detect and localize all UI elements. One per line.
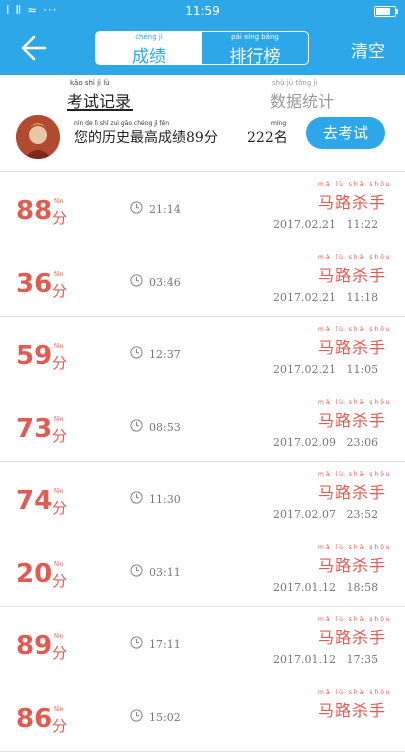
record-score: 36 bbox=[16, 269, 52, 299]
record-row[interactable]: 20fēn 分 03:11 mǎ lù shā shǒu马路杀手 2017.01.12 … bbox=[0, 535, 405, 608]
avatar bbox=[16, 115, 60, 159]
record-datetime: 2017.02.09 23:06 bbox=[273, 436, 378, 449]
back-button[interactable] bbox=[20, 32, 56, 64]
record-unit: 分 bbox=[52, 642, 67, 663]
rank-text: 222名 bbox=[247, 127, 288, 147]
tab-data-stats[interactable]: 数据统计 bbox=[270, 88, 334, 112]
record-user-name: 马路杀手 bbox=[318, 334, 386, 358]
record-duration: 11:30 bbox=[149, 493, 181, 506]
record-duration: 21:14 bbox=[149, 203, 181, 216]
clock-icon bbox=[130, 274, 143, 287]
record-datetime: 2017.01.12 17:35 bbox=[273, 653, 378, 666]
record-datetime: 2017.02.21 11:05 bbox=[273, 363, 378, 376]
records-list: 88fēn分21:14mǎ lù shā shǒu马路杀手2017.02.21 … bbox=[0, 172, 405, 752]
tab-scores-label: 成绩 bbox=[96, 42, 202, 65]
record-user-name: 马路杀手 bbox=[318, 189, 386, 213]
record-score: 73 bbox=[16, 414, 52, 444]
record-row[interactable]: 59fēn 分 12:37 mǎ lù shā shǒu马路杀手 2017.02.21 … bbox=[0, 317, 405, 390]
record-user-pinyin: mǎ lù shā shǒu bbox=[318, 471, 392, 478]
record-unit: 分 bbox=[52, 280, 67, 301]
record-duration: 03:11 bbox=[149, 566, 181, 579]
active-tab-underline bbox=[67, 109, 133, 111]
record-user-name: 马路杀手 bbox=[318, 697, 386, 721]
record-unit: 分 bbox=[52, 715, 67, 736]
record-user-pinyin: mǎ lù shā shǒu bbox=[318, 689, 392, 696]
record-unit-pinyin: fēn bbox=[54, 198, 64, 205]
record-unit: 分 bbox=[52, 352, 67, 373]
record-user-pinyin: mǎ lù shā shǒu bbox=[318, 326, 392, 333]
record-unit-pinyin: fēn bbox=[54, 343, 64, 350]
record-row[interactable]: 74fēn 分 11:30 mǎ lù shā shǒu马路杀手 2017.02.07 … bbox=[0, 462, 405, 535]
record-user-pinyin: mǎ lù shā shǒu bbox=[318, 544, 392, 551]
status-time: 11:59 bbox=[0, 4, 405, 18]
tab-leaderboard[interactable]: pái xíng bǎng 排行榜 bbox=[202, 32, 308, 64]
record-user-name: 马路杀手 bbox=[318, 407, 386, 431]
clock-icon bbox=[130, 201, 143, 214]
record-unit-pinyin: fēn bbox=[54, 271, 64, 278]
record-score: 89 bbox=[16, 631, 52, 661]
take-exam-button[interactable]: 去考试 bbox=[306, 117, 385, 149]
record-unit-pinyin: fēn bbox=[54, 488, 64, 495]
battery-icon bbox=[374, 6, 396, 17]
best-score-pinyin: nín de lì shǐ zuì gāo chéng jì fēn bbox=[74, 120, 169, 127]
record-row[interactable]: 36fēn 分 03:46 mǎ lù shā shǒu马路杀手 2017.02.21 … bbox=[0, 245, 405, 318]
record-user-name: 马路杀手 bbox=[318, 552, 386, 576]
record-unit-pinyin: fēn bbox=[54, 706, 64, 713]
clock-icon bbox=[130, 636, 143, 649]
record-user-name: 马路杀手 bbox=[318, 624, 386, 648]
record-user-name: 马路杀手 bbox=[318, 479, 386, 503]
record-score: 59 bbox=[16, 341, 52, 371]
profile-header: kǎo shì jì lù 考试记录 shù jù tǒng jì 数据统计 n… bbox=[0, 75, 405, 172]
record-duration: 12:37 bbox=[149, 348, 181, 361]
record-score: 86 bbox=[16, 704, 52, 734]
record-unit-pinyin: fēn bbox=[54, 561, 64, 568]
record-row[interactable]: 86fēn 分 15:02 mǎ lù shā shǒu马路杀手 bbox=[0, 680, 405, 752]
record-score: 74 bbox=[16, 486, 52, 516]
record-user-pinyin: mǎ lù shā shǒu bbox=[318, 616, 392, 623]
record-unit: 分 bbox=[52, 497, 67, 518]
record-unit: 分 bbox=[52, 207, 67, 228]
record-row[interactable]: 89fēn 分 17:11 mǎ lù shā shǒu马路杀手 2017.01.12 … bbox=[0, 607, 405, 680]
clock-icon bbox=[130, 346, 143, 359]
record-user-name: 马路杀手 bbox=[318, 262, 386, 286]
tab-leaderboard-pinyin: pái xíng bǎng bbox=[202, 33, 308, 41]
record-user-pinyin: mǎ lù shā shǒu bbox=[318, 399, 392, 406]
tab-scores-pinyin: chéng jì bbox=[96, 33, 202, 41]
record-row[interactable]: 73fēn 分 08:53 mǎ lù shā shǒu马路杀手 2017.02.09 … bbox=[0, 390, 405, 463]
tab-leaderboard-label: 排行榜 bbox=[202, 42, 308, 65]
rank-pinyin: míng bbox=[271, 120, 286, 127]
segmented-control: chéng jì 成绩 pái xíng bǎng 排行榜 bbox=[95, 31, 309, 65]
record-unit-pinyin: fēn bbox=[54, 416, 64, 423]
clock-icon bbox=[130, 491, 143, 504]
record-unit-pinyin: fēn bbox=[54, 633, 64, 640]
tab-stats-pinyin: shù jù tǒng jì bbox=[272, 79, 317, 87]
clock-icon bbox=[130, 419, 143, 432]
record-unit: 分 bbox=[52, 570, 67, 591]
record-score: 20 bbox=[16, 559, 52, 589]
tab-scores[interactable]: chéng jì 成绩 bbox=[96, 32, 202, 64]
record-unit: 分 bbox=[52, 425, 67, 446]
best-score-text: 您的历史最高成绩89分 bbox=[74, 127, 218, 147]
record-datetime: 2017.02.07 23:52 bbox=[273, 508, 378, 521]
record-duration: 08:53 bbox=[149, 421, 181, 434]
record-duration: 15:02 bbox=[149, 711, 181, 724]
back-arrow-icon bbox=[20, 32, 56, 64]
tab-records-pinyin: kǎo shì jì lù bbox=[70, 79, 110, 87]
record-datetime: 2017.01.12 18:58 bbox=[273, 581, 378, 594]
nav-bar: chéng jì 成绩 pái xíng bǎng 排行榜 清空 bbox=[0, 22, 405, 75]
record-datetime: 2017.02.21 11:18 bbox=[273, 291, 378, 304]
record-user-pinyin: mǎ lù shā shǒu bbox=[318, 254, 392, 261]
record-score: 88 bbox=[16, 196, 52, 226]
record-user-pinyin: mǎ lù shā shǒu bbox=[318, 181, 392, 188]
record-duration: 17:11 bbox=[149, 638, 181, 651]
clear-button[interactable]: 清空 bbox=[351, 37, 385, 62]
clock-icon bbox=[130, 564, 143, 577]
status-bar: Ⅰ Ⅱ ≈ ··· 11:59 bbox=[0, 0, 405, 22]
record-duration: 03:46 bbox=[149, 276, 181, 289]
record-row[interactable]: 88fēn 分 21:14 mǎ lù shā shǒu马路杀手 2017.02.21 … bbox=[0, 172, 405, 245]
record-datetime: 2017.02.21 11:22 bbox=[273, 218, 378, 231]
